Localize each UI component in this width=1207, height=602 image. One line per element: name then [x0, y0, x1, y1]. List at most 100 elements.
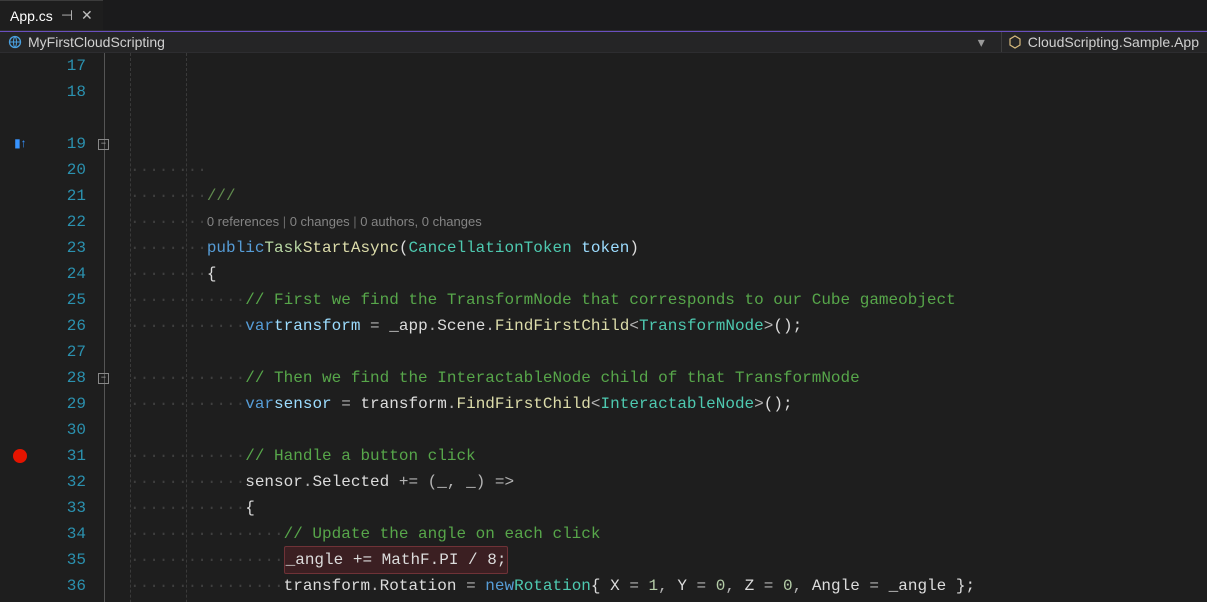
navigation-bar: MyFirstCloudScripting ▾ CloudScripting.S…	[0, 31, 1207, 53]
indicator-cell[interactable]	[0, 573, 40, 599]
fold-cell[interactable]	[96, 417, 126, 443]
code-line[interactable]: ········public Task StartAsync(Cancellat…	[130, 235, 1207, 261]
fold-cell[interactable]: −	[96, 131, 126, 157]
code-line[interactable]: ············// First we find the Transfo…	[130, 287, 1207, 313]
code-line[interactable]: ············sensor.Selected += (_, _) =>	[130, 469, 1207, 495]
globe-icon	[8, 35, 22, 49]
line-number: 18	[40, 79, 86, 105]
indicator-cell[interactable]	[0, 417, 40, 443]
line-number: 26	[40, 313, 86, 339]
line-number	[40, 105, 86, 131]
code-line[interactable]: ········///	[130, 183, 1207, 209]
nav-scope-label: MyFirstCloudScripting	[28, 34, 165, 50]
line-number: 20	[40, 157, 86, 183]
indicator-cell[interactable]	[0, 235, 40, 261]
code-line[interactable]: ············// Then we find the Interact…	[130, 365, 1207, 391]
nav-scope-dropdown[interactable]: MyFirstCloudScripting ▾	[8, 34, 995, 51]
indicator-cell[interactable]: ▮↑	[0, 131, 40, 157]
chevron-down-icon: ▾	[978, 34, 985, 51]
fold-cell[interactable]	[96, 287, 126, 313]
code-line[interactable]: ············{	[130, 495, 1207, 521]
fold-cell[interactable]	[96, 547, 126, 573]
class-icon	[1008, 35, 1022, 49]
code-editor[interactable]: ▮↑ 1718192021222324252627282930313233343…	[0, 53, 1207, 602]
indicator-cell[interactable]	[0, 105, 40, 131]
indicator-cell[interactable]	[0, 313, 40, 339]
line-number: 21	[40, 183, 86, 209]
code-line[interactable]: ········	[130, 157, 1207, 183]
line-number-margin: 1718192021222324252627282930313233343536	[40, 53, 96, 602]
pin-icon[interactable]: ⊣	[61, 7, 73, 24]
indicator-cell[interactable]	[0, 521, 40, 547]
codelens-row[interactable]: ········0 references | 0 changes | 0 aut…	[130, 209, 1207, 235]
indicator-cell[interactable]	[0, 391, 40, 417]
code-line[interactable]: ················transform.Rotation = new…	[130, 573, 1207, 599]
line-number: 25	[40, 287, 86, 313]
bookmark-icon: ▮↑	[14, 131, 26, 157]
fold-cell[interactable]	[96, 469, 126, 495]
fold-cell[interactable]	[96, 391, 126, 417]
code-text-area[interactable]: ················/// ········0 references…	[126, 53, 1207, 602]
line-number: 22	[40, 209, 86, 235]
fold-cell[interactable]	[96, 443, 126, 469]
indicator-cell[interactable]	[0, 339, 40, 365]
indicator-cell[interactable]	[0, 469, 40, 495]
fold-cell[interactable]	[96, 339, 126, 365]
fold-toggle-icon[interactable]: −	[98, 139, 109, 150]
indicator-cell[interactable]	[0, 261, 40, 287]
fold-cell[interactable]	[96, 209, 126, 235]
outlining-margin[interactable]: −−	[96, 53, 126, 602]
line-number: 27	[40, 339, 86, 365]
fold-cell[interactable]	[96, 183, 126, 209]
breakpoint-icon[interactable]	[13, 449, 27, 463]
fold-cell[interactable]	[96, 235, 126, 261]
fold-cell[interactable]	[96, 79, 126, 105]
fold-cell[interactable]	[96, 521, 126, 547]
nav-separator	[1001, 32, 1002, 52]
line-number: 29	[40, 391, 86, 417]
indicator-cell[interactable]	[0, 495, 40, 521]
code-line[interactable]	[130, 339, 1207, 365]
line-number: 32	[40, 469, 86, 495]
fold-cell[interactable]: −	[96, 365, 126, 391]
indicator-cell[interactable]	[0, 365, 40, 391]
indicator-cell[interactable]	[0, 53, 40, 79]
fold-cell[interactable]	[96, 53, 126, 79]
code-line[interactable]	[130, 417, 1207, 443]
code-line[interactable]: ················_angle += MathF.PI / 8;	[130, 547, 1207, 573]
file-tab[interactable]: App.cs ⊣ ✕	[0, 0, 103, 30]
line-number: 35	[40, 547, 86, 573]
code-line[interactable]: ················// Update the angle on e…	[130, 521, 1207, 547]
indicator-cell[interactable]	[0, 443, 40, 469]
fold-cell[interactable]	[96, 495, 126, 521]
line-number: 24	[40, 261, 86, 287]
fold-toggle-icon[interactable]: −	[98, 373, 109, 384]
fold-cell[interactable]	[96, 573, 126, 599]
line-number: 30	[40, 417, 86, 443]
tab-filename: App.cs	[10, 8, 53, 24]
code-line[interactable]: ············var sensor = transform.FindF…	[130, 391, 1207, 417]
indicator-cell[interactable]	[0, 287, 40, 313]
line-number: 17	[40, 53, 86, 79]
fold-cell[interactable]	[96, 105, 126, 131]
code-line[interactable]: ············// Handle a button click	[130, 443, 1207, 469]
line-number: 28	[40, 365, 86, 391]
indicator-cell[interactable]	[0, 547, 40, 573]
code-line[interactable]: ········{	[130, 261, 1207, 287]
code-line[interactable]: ············var transform = _app.Scene.F…	[130, 313, 1207, 339]
fold-cell[interactable]	[96, 313, 126, 339]
indicator-cell[interactable]	[0, 157, 40, 183]
indicator-cell[interactable]	[0, 79, 40, 105]
line-number: 19	[40, 131, 86, 157]
fold-cell[interactable]	[96, 157, 126, 183]
fold-cell[interactable]	[96, 261, 126, 287]
nav-member-dropdown[interactable]: CloudScripting.Sample.App	[1008, 34, 1199, 50]
line-number: 31	[40, 443, 86, 469]
tab-bar: App.cs ⊣ ✕	[0, 0, 1207, 31]
indicator-margin[interactable]: ▮↑	[0, 53, 40, 602]
line-number: 34	[40, 521, 86, 547]
close-icon[interactable]: ✕	[81, 7, 93, 24]
indicator-cell[interactable]	[0, 183, 40, 209]
line-number: 36	[40, 573, 86, 599]
indicator-cell[interactable]	[0, 209, 40, 235]
